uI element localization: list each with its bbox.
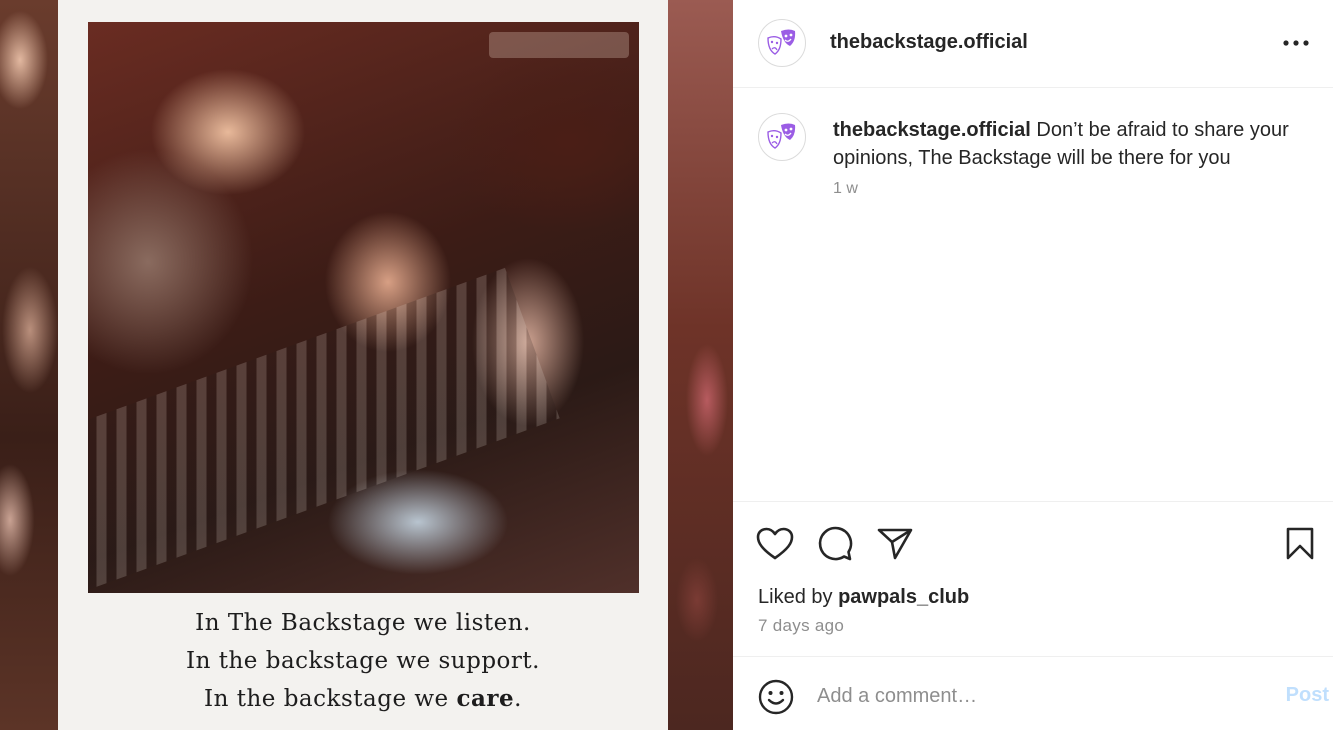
post-comment-button[interactable]: Post [1286, 684, 1329, 707]
bookmark-icon [1286, 527, 1314, 560]
theater-masks-icon [767, 123, 796, 149]
share-button[interactable] [875, 524, 915, 564]
emoji-icon [758, 679, 794, 715]
polaroid-caption-line-1: In The Backstage we listen. [195, 610, 531, 636]
heart-icon [756, 527, 794, 560]
emoji-button[interactable] [756, 677, 796, 717]
comment-input[interactable] [817, 680, 1237, 712]
post-header: thebackstage.official [733, 0, 1333, 88]
polaroid-caption-line-3-text: In the backstage we [204, 686, 449, 712]
photo-edge-right [667, 0, 733, 730]
post-time-ago[interactable]: 7 days ago [758, 616, 844, 636]
share-icon [877, 528, 913, 560]
avatar[interactable] [758, 19, 806, 67]
liked-by: Liked by pawpals_club [758, 586, 969, 609]
more-horizontal-icon [1283, 40, 1309, 46]
polaroid-frame: In The Backstage we listen. In the backs… [58, 0, 668, 730]
header-username[interactable]: thebackstage.official [830, 31, 1028, 54]
caption-timestamp[interactable]: 1 w [833, 180, 858, 198]
theater-masks-icon [767, 29, 796, 55]
post-actions: Liked by pawpals_club 7 days ago [733, 501, 1333, 657]
polaroid-caption-line-2: In the backstage we support. [186, 648, 540, 674]
polaroid-caption-line-3: In the backstage we care. [58, 680, 668, 718]
save-button[interactable] [1280, 524, 1320, 564]
audience-photo [88, 22, 639, 593]
polaroid-caption-end: . [514, 686, 522, 712]
caption-text: thebackstage.official Don’t be afraid to… [833, 116, 1303, 172]
polaroid-caption-emphasis: care [456, 685, 515, 712]
comment-icon [818, 526, 853, 561]
caption-username[interactable]: thebackstage.official [833, 119, 1031, 141]
more-options-button[interactable] [1281, 30, 1311, 56]
photo-light-glare [489, 32, 629, 58]
like-button[interactable] [755, 524, 795, 564]
comment-button[interactable] [815, 524, 855, 564]
avatar[interactable] [758, 113, 806, 161]
liked-by-label: Liked by [758, 586, 839, 608]
photo-edge-left [0, 0, 58, 730]
photo-texture [88, 267, 560, 593]
post-media[interactable]: In The Backstage we listen. In the backs… [0, 0, 733, 730]
polaroid-caption: In The Backstage we listen. In the backs… [58, 604, 668, 718]
comment-bar: Post [733, 658, 1333, 730]
liked-by-user[interactable]: pawpals_club [838, 586, 969, 608]
post-details-panel: thebackstage.official thebackstage.offic… [733, 0, 1333, 730]
